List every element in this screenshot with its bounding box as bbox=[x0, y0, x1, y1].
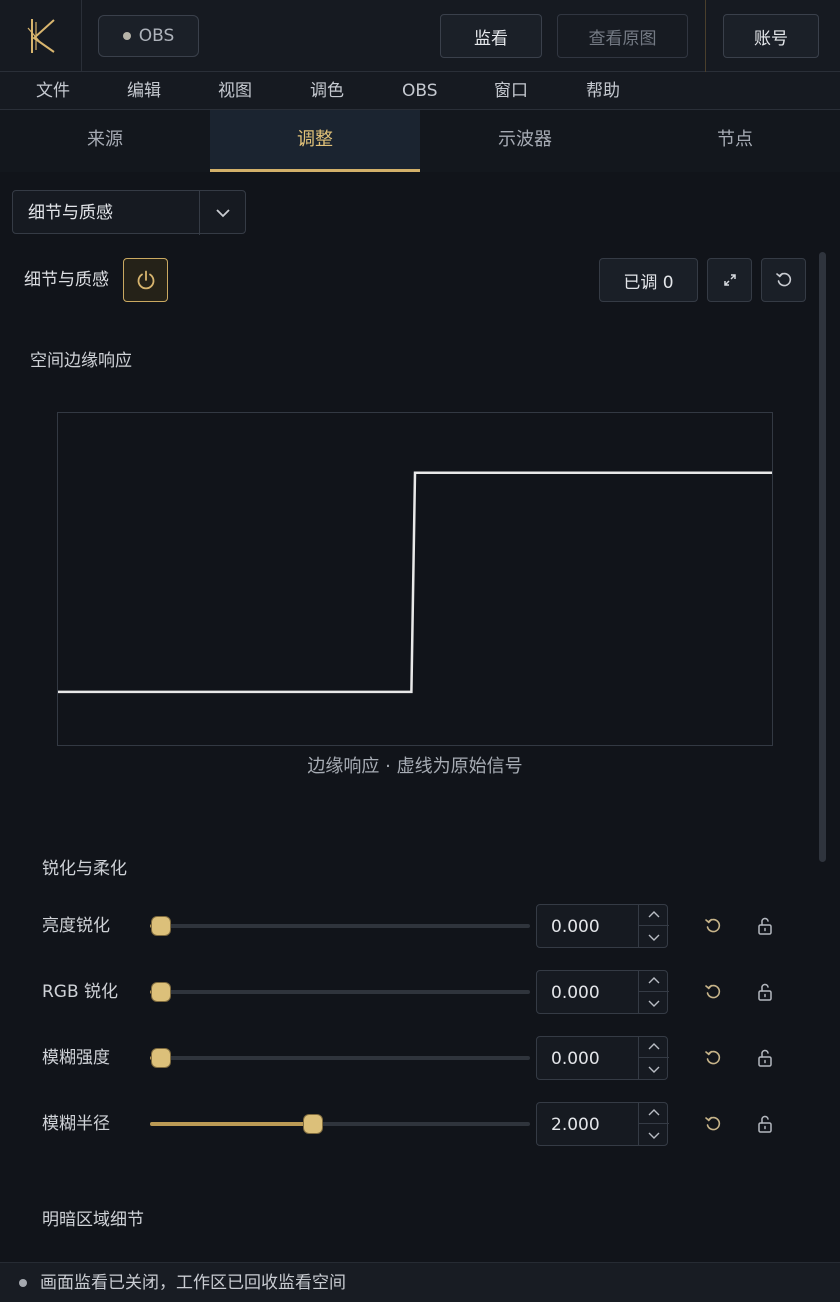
expand-button[interactable] bbox=[707, 258, 752, 302]
obs-status-pill[interactable]: OBS bbox=[98, 15, 199, 57]
chevron-down-icon bbox=[648, 1132, 660, 1139]
expand-arrows-icon bbox=[723, 274, 736, 286]
menu-help[interactable]: 帮助 bbox=[586, 72, 620, 110]
app-logo[interactable] bbox=[0, 0, 82, 72]
obs-status-dot-icon bbox=[122, 32, 131, 40]
param-row: 模糊强度 0.000 bbox=[0, 1036, 840, 1080]
account-button[interactable]: 账号 bbox=[723, 14, 819, 58]
panel-tabs: 来源 调整 示波器 节点 bbox=[0, 110, 840, 172]
param-number-input[interactable]: 0.000 bbox=[536, 1036, 669, 1080]
status-bar: 画面监看已关闭，工作区已回收监看空间 bbox=[0, 1262, 840, 1302]
param-row: RGB 锐化 0.000 bbox=[0, 970, 840, 1014]
tab-nodes[interactable]: 节点 bbox=[630, 110, 840, 172]
increment-button[interactable] bbox=[639, 905, 669, 926]
param-slider-track[interactable] bbox=[150, 982, 530, 1002]
decrement-button[interactable] bbox=[639, 1058, 669, 1079]
param-row: 模糊半径 2.000 bbox=[0, 1102, 840, 1146]
view-original-button[interactable]: 查看原图 bbox=[557, 14, 688, 58]
module-power-toggle[interactable] bbox=[123, 258, 168, 302]
param-spinner bbox=[638, 971, 669, 1013]
edge-response-plot bbox=[58, 471, 772, 694]
reset-icon bbox=[775, 272, 791, 287]
param-slider-thumb[interactable] bbox=[151, 916, 172, 936]
module-select[interactable]: 细节与质感 bbox=[12, 190, 246, 235]
edge-response-chart bbox=[57, 412, 773, 746]
param-number-input[interactable]: 0.000 bbox=[536, 904, 669, 948]
decrement-button[interactable] bbox=[639, 926, 669, 947]
tab-source[interactable]: 来源 bbox=[0, 110, 210, 172]
top-bar: OBS 监看 查看原图 账号 bbox=[0, 0, 840, 72]
menu-bar: 文件 编辑 视图 调色 OBS 窗口 帮助 bbox=[0, 72, 840, 110]
param-slider-track[interactable] bbox=[150, 1048, 530, 1068]
increment-button[interactable] bbox=[639, 1037, 669, 1058]
param-reset-icon[interactable] bbox=[703, 982, 723, 1002]
tab-scopes[interactable]: 示波器 bbox=[420, 110, 630, 172]
logo-k-icon bbox=[27, 19, 55, 53]
status-text: 画面监看已关闭，工作区已回收监看空间 bbox=[40, 1273, 346, 1293]
edge-response-title: 空间边缘响应 bbox=[30, 351, 132, 371]
obs-label: OBS bbox=[138, 26, 175, 46]
chevron-down-icon bbox=[648, 934, 660, 941]
tonal-detail-group-title: 明暗区域细节 bbox=[42, 1210, 144, 1230]
menu-obs[interactable]: OBS bbox=[402, 72, 438, 110]
menu-window[interactable]: 窗口 bbox=[494, 72, 528, 110]
param-unlock-icon[interactable] bbox=[755, 1048, 775, 1068]
param-label: 模糊半径 bbox=[42, 1114, 110, 1134]
param-label: RGB 锐化 bbox=[42, 982, 119, 1002]
chevron-down-icon bbox=[648, 1000, 660, 1007]
param-unlock-icon[interactable] bbox=[755, 1114, 775, 1134]
increment-button[interactable] bbox=[639, 971, 669, 992]
chevron-down-icon bbox=[648, 1066, 660, 1073]
param-number-input[interactable]: 0.000 bbox=[536, 970, 669, 1014]
menu-file[interactable]: 文件 bbox=[36, 72, 70, 110]
status-dot-icon bbox=[19, 1279, 27, 1287]
section-title: 细节与质感 bbox=[24, 270, 109, 290]
param-spinner bbox=[638, 1103, 669, 1145]
sharpen-group-title: 锐化与柔化 bbox=[42, 859, 127, 879]
chevron-up-icon bbox=[648, 911, 660, 918]
module-select-value: 细节与质感 bbox=[28, 203, 113, 223]
chevron-up-icon bbox=[648, 1043, 660, 1050]
menu-edit[interactable]: 编辑 bbox=[127, 72, 161, 110]
param-slider-thumb[interactable] bbox=[151, 1048, 172, 1068]
param-value: 0.000 bbox=[551, 1049, 600, 1069]
param-spinner bbox=[638, 905, 669, 947]
param-reset-icon[interactable] bbox=[703, 1048, 723, 1068]
param-slider-track[interactable] bbox=[150, 1114, 530, 1134]
param-unlock-icon[interactable] bbox=[755, 916, 775, 936]
param-slider-track[interactable] bbox=[150, 916, 530, 936]
param-label: 模糊强度 bbox=[42, 1048, 110, 1068]
chevron-up-icon bbox=[648, 977, 660, 984]
tab-adjust[interactable]: 调整 bbox=[210, 110, 420, 172]
edge-response-curve bbox=[58, 471, 772, 694]
increment-button[interactable] bbox=[639, 1103, 669, 1124]
param-value: 0.000 bbox=[551, 917, 600, 937]
topbar-divider bbox=[705, 0, 706, 72]
chevron-up-icon bbox=[648, 1109, 660, 1116]
reset-section-button[interactable] bbox=[761, 258, 806, 302]
menu-view[interactable]: 视图 bbox=[218, 72, 252, 110]
param-value: 2.000 bbox=[551, 1115, 600, 1135]
param-reset-icon[interactable] bbox=[703, 916, 723, 936]
param-label: 亮度锐化 bbox=[42, 916, 110, 936]
param-number-input[interactable]: 2.000 bbox=[536, 1102, 669, 1146]
decrement-button[interactable] bbox=[639, 992, 669, 1013]
param-slider-thumb[interactable] bbox=[151, 982, 172, 1002]
param-value: 0.000 bbox=[551, 983, 600, 1003]
param-unlock-icon[interactable] bbox=[755, 982, 775, 1002]
adjusted-count-button[interactable]: 已调 0 bbox=[599, 258, 698, 302]
power-icon bbox=[137, 270, 154, 290]
chart-caption: 边缘响应 · 虚线为原始信号 bbox=[307, 756, 523, 777]
param-reset-icon[interactable] bbox=[703, 1114, 723, 1134]
menu-color[interactable]: 调色 bbox=[310, 72, 344, 110]
monitor-button[interactable]: 监看 bbox=[440, 14, 542, 58]
param-spinner bbox=[638, 1037, 669, 1079]
chevron-down-icon bbox=[216, 209, 230, 218]
decrement-button[interactable] bbox=[639, 1124, 669, 1145]
param-row: 亮度锐化 0.000 bbox=[0, 904, 840, 948]
module-select-divider bbox=[199, 191, 200, 235]
param-slider-fill bbox=[150, 1122, 314, 1126]
param-slider-thumb[interactable] bbox=[303, 1114, 324, 1134]
